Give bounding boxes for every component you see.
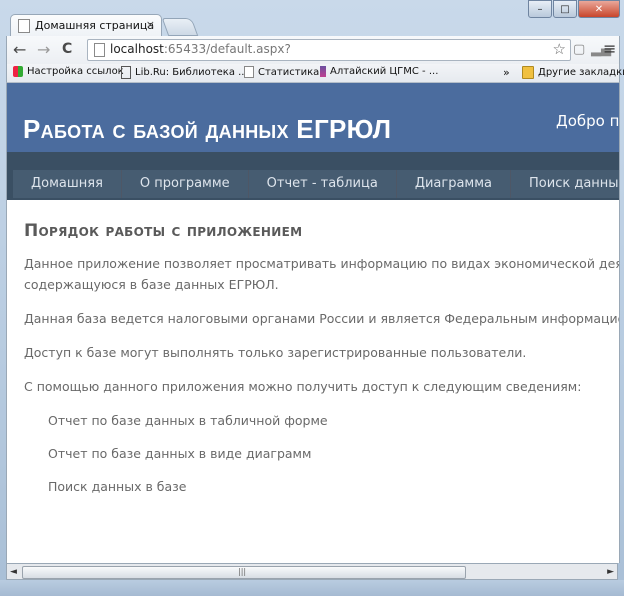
menu-item-report-table[interactable]: Отчет - таблица [248, 170, 397, 198]
paragraph-access: Доступ к базе могут выполнять только зар… [24, 345, 527, 360]
browser-window: Домашняя страница × – □ ✕ ← → C localhos… [0, 0, 624, 596]
paragraph-intro: Данное приложение позволяет просматриват… [24, 256, 619, 292]
site-title: Работа с базой данных ЕГРЮЛ [23, 114, 392, 144]
page-top-strip [7, 83, 619, 100]
scroll-right-icon[interactable]: ► [607, 567, 614, 577]
bookmark-altai[interactable]: Алтайский ЦГМС - ... [320, 66, 438, 77]
list-item: Поиск данных в базе [48, 479, 187, 494]
tab-title: Домашняя страница [35, 19, 155, 32]
site-header: Работа с базой данных ЕГРЮЛ Добро по [7, 100, 619, 152]
window-controls: – □ ✕ [527, 0, 620, 18]
folder-icon [522, 66, 534, 79]
site-menu: Домашняя О программе Отчет - таблица Диа… [13, 170, 619, 198]
minimize-button[interactable]: – [528, 0, 552, 18]
bookmark-libru[interactable]: Lib.Ru: Библиотека ... [121, 66, 248, 79]
page-title: Порядок работы с приложением [24, 221, 303, 241]
scroll-left-icon[interactable]: ◄ [10, 567, 17, 577]
back-button[interactable]: ← [13, 40, 26, 59]
menu-item-about[interactable]: О программе [121, 170, 249, 198]
close-window-button[interactable]: ✕ [578, 0, 620, 18]
menu-item-search[interactable]: Поиск данных [511, 170, 619, 198]
puzzle-icon[interactable]: ▢ [573, 42, 585, 57]
bookmarks-overflow-icon[interactable]: » [503, 66, 510, 79]
page-icon [244, 66, 254, 78]
menu-item-chart[interactable]: Диаграмма [396, 170, 512, 198]
bookmark-star-icon[interactable]: ☆ [553, 40, 566, 58]
page-icon [18, 19, 30, 33]
tab-home-page[interactable]: Домашняя страница × [10, 14, 162, 37]
maximize-button[interactable]: □ [553, 0, 577, 18]
paragraph-features: С помощью данного приложения можно получ… [24, 379, 582, 394]
bookmark-statistics[interactable]: Статистика [244, 66, 319, 78]
forward-button[interactable]: → [37, 40, 50, 59]
welcome-text: Добро по [556, 112, 620, 130]
menu-item-home[interactable]: Домашняя [13, 170, 122, 198]
reload-button[interactable]: C [62, 41, 72, 57]
other-bookmarks[interactable]: Другие закладки [522, 66, 624, 79]
list-item: Отчет по базе данных в табличной форме [48, 413, 328, 428]
menu-icon[interactable]: ≡ [603, 39, 616, 58]
altai-icon [320, 66, 326, 77]
bookmark-settings[interactable]: Настройка ссылок [13, 66, 124, 77]
horizontal-scrollbar[interactable]: ◄ ||| ► [6, 563, 618, 580]
lib-icon [121, 66, 131, 79]
new-tab-button[interactable] [161, 18, 199, 36]
feature-list: Отчет по базе данных в табличной форме О… [24, 410, 619, 497]
bookmarks-bar: Настройка ссылок Lib.Ru: Библиотека ... … [6, 64, 624, 83]
scrollbar-thumb[interactable]: ||| [22, 566, 466, 579]
windows-icon [13, 66, 23, 77]
address-url: localhost:65433/default.aspx? [110, 42, 291, 56]
window-bottom-frame [0, 580, 624, 596]
list-item: Отчет по базе данных в виде диаграмм [48, 446, 312, 461]
tab-strip: Домашняя страница × – □ ✕ [0, 0, 624, 37]
paragraph-source: Данная база ведется налоговыми органами … [24, 311, 619, 326]
close-tab-icon[interactable]: × [146, 18, 155, 31]
browser-toolbar: ← → C localhost:65433/default.aspx? ☆ ▢ … [6, 36, 620, 64]
main-content: Порядок работы с приложением Данное прил… [24, 221, 619, 509]
page-viewport: Работа с базой данных ЕГРЮЛ Добро по Дом… [6, 83, 620, 563]
grip-icon: ||| [238, 567, 247, 576]
address-bar[interactable]: localhost:65433/default.aspx? ☆ [87, 39, 571, 61]
site-menu-bar: Домашняя О программе Отчет - таблица Диа… [7, 152, 619, 200]
page-icon [94, 43, 105, 57]
